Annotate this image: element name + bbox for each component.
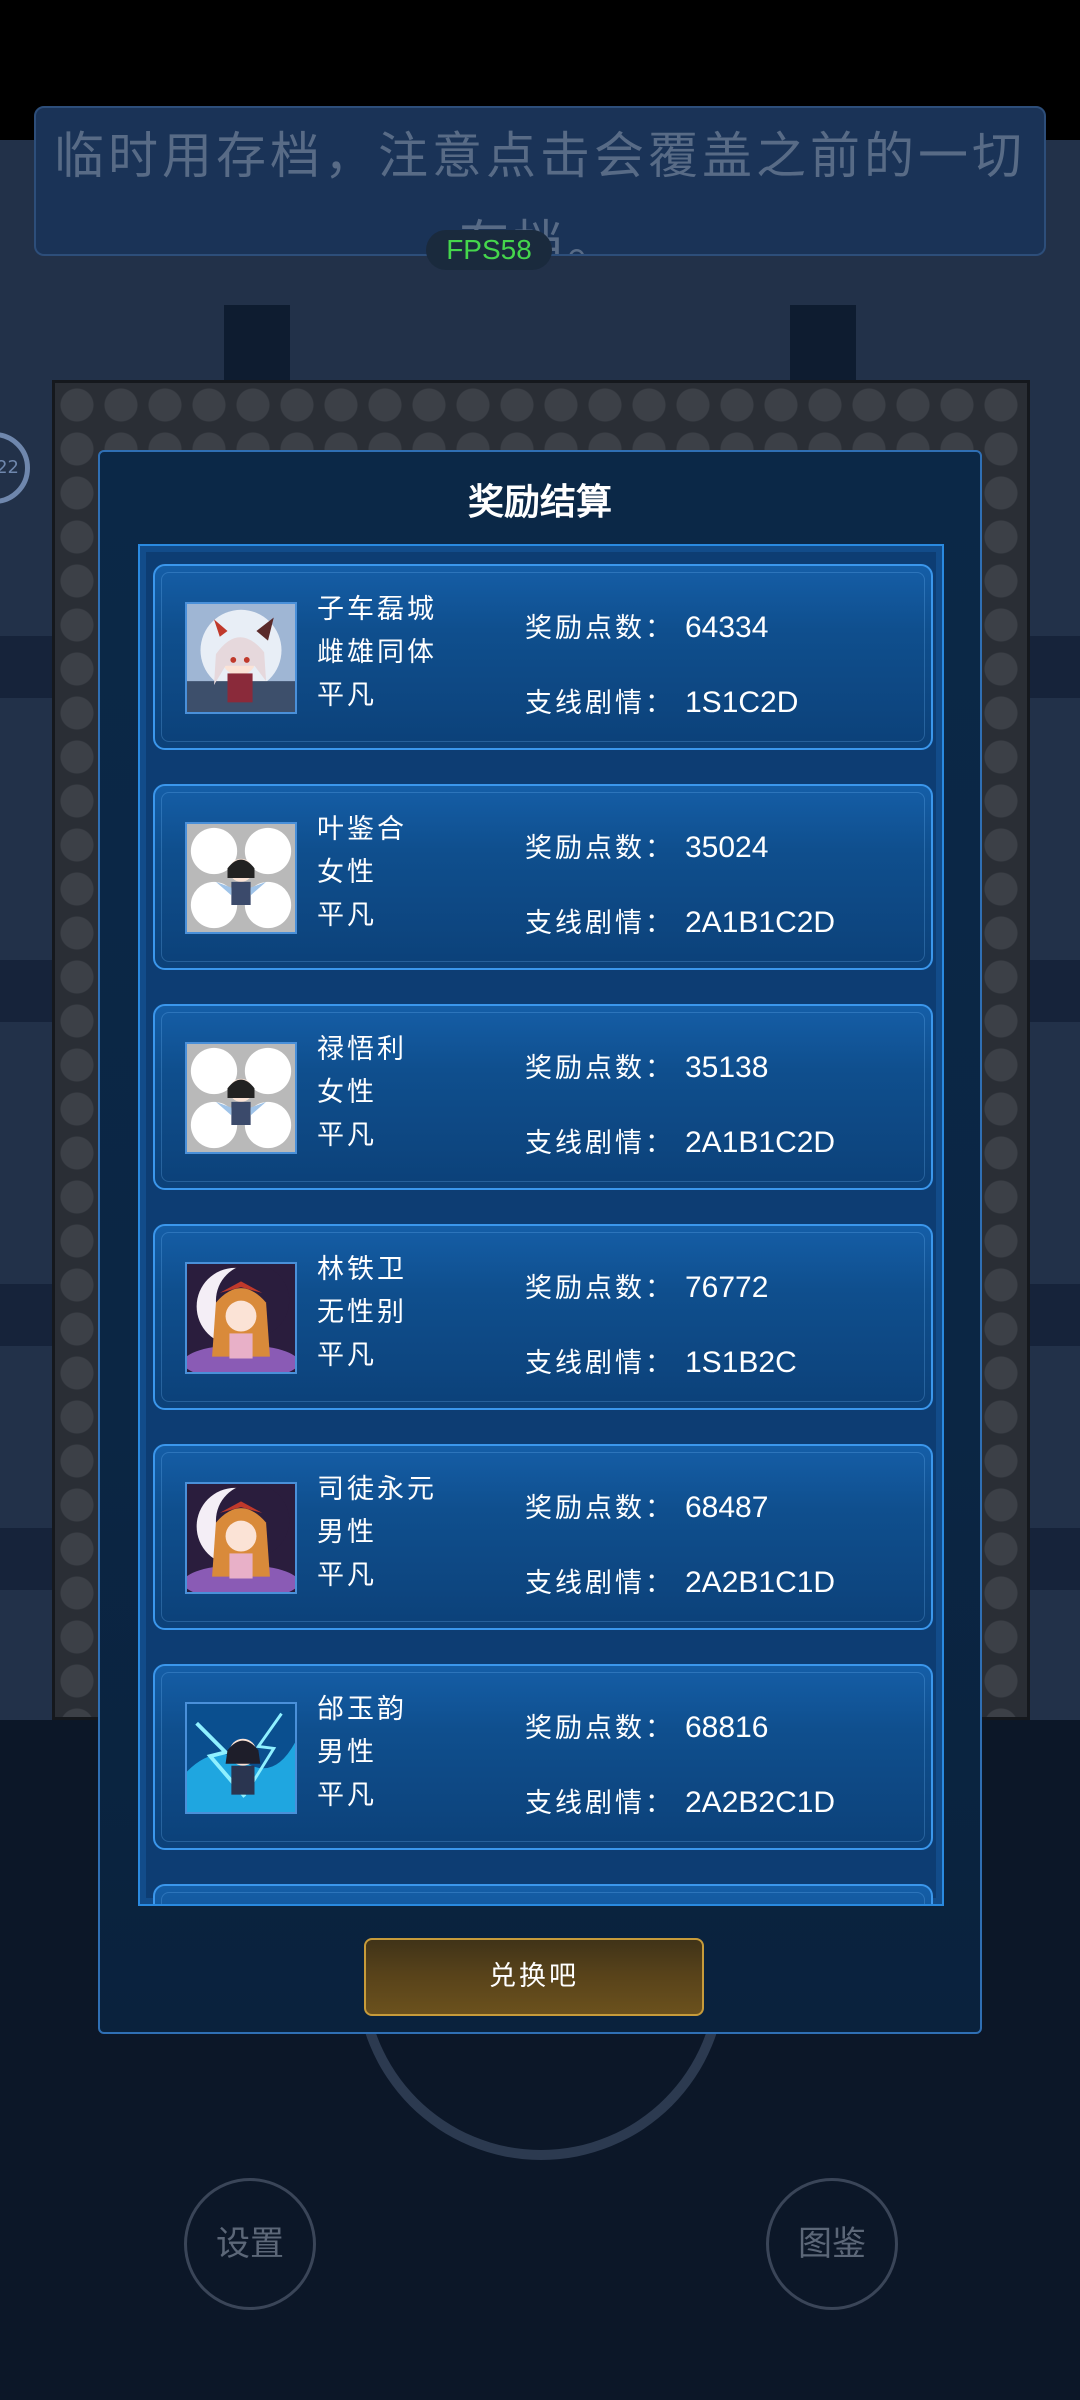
character-gender: 男性 xyxy=(317,1737,377,1768)
branch-story-label: 支线剧情： xyxy=(525,1128,675,1159)
character-name: 林铁卫 xyxy=(317,1254,407,1285)
bg-stripe xyxy=(0,960,52,1022)
character-gender: 女性 xyxy=(317,857,377,888)
reward-points-value: 68487 xyxy=(685,1491,769,1524)
reward-points-value: 35138 xyxy=(685,1051,769,1084)
reward-points-label: 奖励点数： xyxy=(525,1273,675,1304)
character-gender: 无性别 xyxy=(317,1297,407,1328)
branch-story-label: 支线剧情： xyxy=(525,1568,675,1599)
branch-story: 支线剧情： 1S1C2D xyxy=(525,681,798,720)
character-rank: 平凡 xyxy=(317,680,377,711)
reward-card: 林铁卫 无性别 平凡 奖励点数： 76772 支线剧情： 1S1B2C xyxy=(153,1224,933,1410)
branch-story-value: 1S1B2C xyxy=(685,1346,797,1379)
white-pattern-avatar xyxy=(185,822,297,934)
reward-settlement-dialog: 奖励结算 子车磊城 雌雄同体 平凡 奖励点数： 64334 支线剧情： 1S1C… xyxy=(98,450,982,2034)
reward-points: 奖励点数： 68487 xyxy=(525,1486,768,1525)
reward-card: 邰玉韵 男性 平凡 奖励点数： 68816 支线剧情： 2A2B2C1D xyxy=(153,1664,933,1850)
branch-story: 支线剧情： 1S1B2C xyxy=(525,1341,797,1380)
branch-story-label: 支线剧情： xyxy=(525,1788,675,1819)
reward-points-label: 奖励点数： xyxy=(525,1053,675,1084)
character-rank: 平凡 xyxy=(317,1120,377,1151)
lightning-avatar xyxy=(185,1702,297,1814)
branch-story: 支线剧情： 2A2B2C1D xyxy=(525,1781,835,1820)
branch-story-value: 1S1C2D xyxy=(685,686,799,719)
reward-points: 奖励点数： 35024 xyxy=(525,826,768,865)
branch-story-label: 支线剧情： xyxy=(525,908,675,939)
branch-story: 支线剧情： 2A2B1C1D xyxy=(525,1561,835,1600)
reward-card-partial xyxy=(153,1884,933,1904)
reward-points: 奖励点数： 76772 xyxy=(525,1266,768,1305)
character-rank: 平凡 xyxy=(317,900,377,931)
side-badge[interactable]: 22 xyxy=(0,432,30,504)
branch-story-label: 支线剧情： xyxy=(525,688,675,719)
crescent-avatar xyxy=(185,1482,297,1594)
crescent-avatar xyxy=(185,1262,297,1374)
reward-card: 司徒永元 男性 平凡 奖励点数： 68487 支线剧情： 2A2B1C1D xyxy=(153,1444,933,1630)
reward-card: 子车磊城 雌雄同体 平凡 奖励点数： 64334 支线剧情： 1S1C2D xyxy=(153,564,933,750)
reward-points-label: 奖励点数： xyxy=(525,613,675,644)
settings-button[interactable]: 设置 xyxy=(184,2178,316,2310)
bg-stripe xyxy=(0,1528,52,1590)
branch-story-value: 2A2B2C1D xyxy=(685,1786,836,1819)
bg-stripe xyxy=(0,1284,52,1346)
bg-stripe xyxy=(0,636,52,698)
board-tower-right xyxy=(790,305,856,385)
settings-label: 设置 xyxy=(216,2224,284,2264)
white-pattern-avatar xyxy=(185,1042,297,1154)
reward-points-label: 奖励点数： xyxy=(525,1493,675,1524)
bg-stripe xyxy=(1030,636,1080,698)
branch-story-value: 2A1B1C2D xyxy=(685,1126,836,1159)
reward-points: 奖励点数： 68816 xyxy=(525,1706,768,1745)
character-gender: 女性 xyxy=(317,1077,377,1108)
reward-points-value: 76772 xyxy=(685,1271,769,1304)
reward-points-value: 35024 xyxy=(685,831,769,864)
reward-points: 奖励点数： 64334 xyxy=(525,606,768,645)
branch-story: 支线剧情： 2A1B1C2D xyxy=(525,901,835,940)
exchange-button[interactable]: 兑换吧 xyxy=(364,1938,704,2016)
branch-story-value: 2A2B1C1D xyxy=(685,1566,836,1599)
character-name: 司徒永元 xyxy=(317,1474,437,1505)
branch-story-label: 支线剧情： xyxy=(525,1348,675,1379)
fps-counter: FPS58 xyxy=(426,230,552,270)
dialog-title: 奖励结算 xyxy=(467,481,612,523)
reward-points-label: 奖励点数： xyxy=(525,833,675,864)
board-tower-left xyxy=(224,305,290,385)
reward-card: 叶鉴合 女性 平凡 奖励点数： 35024 支线剧情： 2A1B1C2D xyxy=(153,784,933,970)
moon-girl-avatar xyxy=(185,602,297,714)
bg-stripe xyxy=(1030,1528,1080,1590)
reward-points: 奖励点数： 35138 xyxy=(525,1046,768,1085)
side-badge-label: 22 xyxy=(0,457,19,478)
codex-label: 图鉴 xyxy=(798,2224,866,2264)
bg-stripe xyxy=(1030,960,1080,1022)
character-rank: 平凡 xyxy=(317,1780,377,1811)
character-name: 子车磊城 xyxy=(317,594,437,625)
reward-points-label: 奖励点数： xyxy=(525,1713,675,1744)
reward-points-value: 64334 xyxy=(685,611,769,644)
character-rank: 平凡 xyxy=(317,1560,377,1591)
reward-points-value: 68816 xyxy=(685,1711,769,1744)
branch-story: 支线剧情： 2A1B1C2D xyxy=(525,1121,835,1160)
character-name: 叶鉴合 xyxy=(317,814,407,845)
codex-button[interactable]: 图鉴 xyxy=(766,2178,898,2310)
character-name: 邰玉韵 xyxy=(317,1694,407,1725)
character-gender: 男性 xyxy=(317,1517,377,1548)
reward-card: 禄悟利 女性 平凡 奖励点数： 35138 支线剧情： 2A1B1C2D xyxy=(153,1004,933,1190)
character-name: 禄悟利 xyxy=(317,1034,407,1065)
bg-stripe xyxy=(1030,1284,1080,1346)
character-rank: 平凡 xyxy=(317,1340,377,1371)
reward-list[interactable]: 子车磊城 雌雄同体 平凡 奖励点数： 64334 支线剧情： 1S1C2D 叶鉴… xyxy=(138,544,944,1906)
character-gender: 雌雄同体 xyxy=(317,637,437,668)
branch-story-value: 2A1B1C2D xyxy=(685,906,836,939)
